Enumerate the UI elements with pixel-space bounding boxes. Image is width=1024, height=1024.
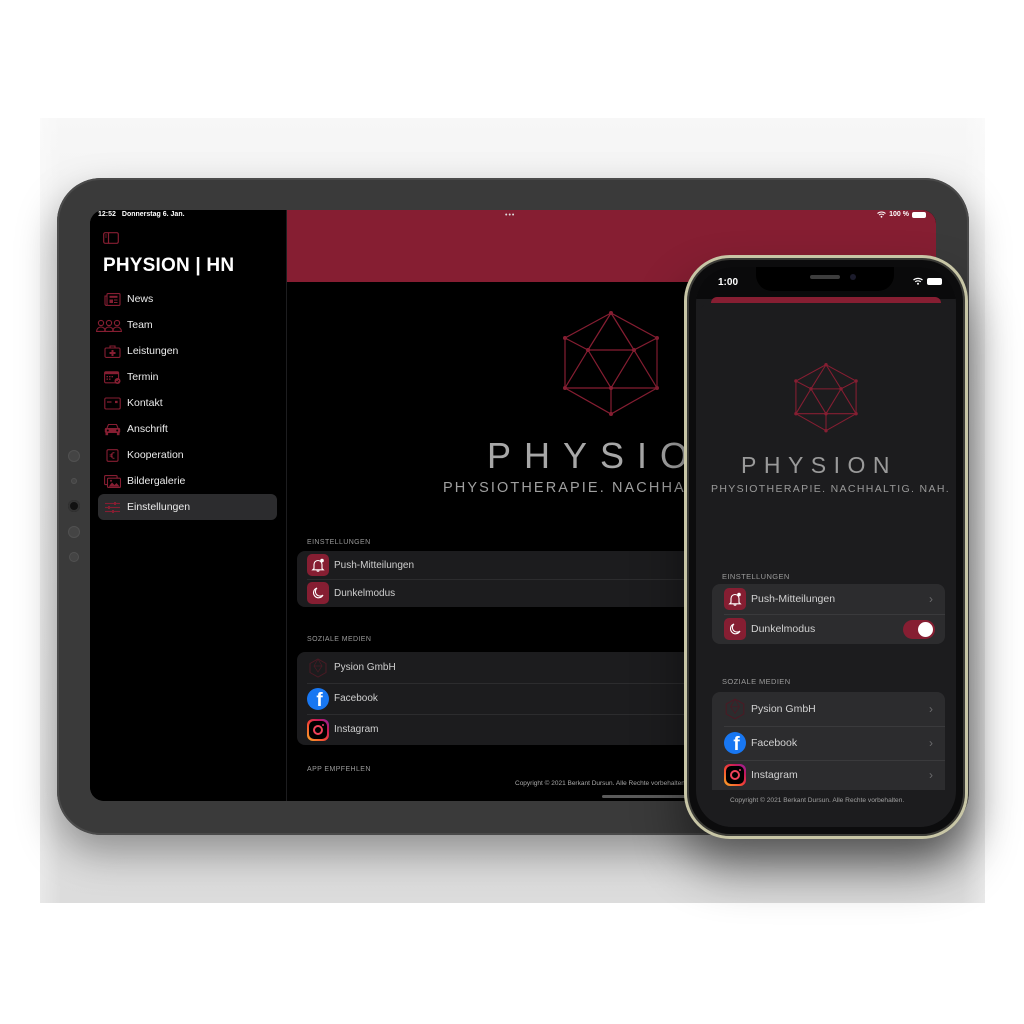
phone-screen: 1:00 PHYSION PHYSIOTHERAPIE. NACHHALTIG.… [696,267,956,827]
sidebar-item-label: Einstellungen [127,501,191,513]
phone-status-right [913,277,942,285]
sliders-icon [104,501,120,513]
sidebar-item-label: Kooperation [127,449,184,461]
dark-mode-row: Dunkelmodus [712,614,945,644]
facebook-icon: f [724,732,746,754]
device-sensor [71,478,77,484]
status-date: Donnerstag 6. Jan. [121,211,185,218]
physion-gmbh-row[interactable]: Pysion GmbH › [712,692,945,726]
multitasking-handle[interactable]: ••• [505,212,515,219]
copyright-text: Copyright © 2021 Berkant Dursun. Alle Re… [730,797,905,804]
contact-card-icon [103,396,121,410]
section-header-recommend: APP EMPFEHLEN [307,766,371,773]
device-sensor [69,552,79,562]
row-label: Instagram [751,769,798,781]
phone-status-bar: 1:00 [696,267,956,299]
brand-name: PHYSION [741,452,898,478]
chevron-right-icon: › [929,736,933,750]
push-notifications-row[interactable]: Push-Mitteilungen › [712,584,945,614]
physion-logo-icon [725,698,745,720]
physion-logo-icon [563,311,659,416]
sidebar-item-team[interactable]: Team [96,312,277,338]
status-time: 12:52 [98,211,116,218]
battery-icon [927,277,942,285]
app-title: PHYSION | HN [103,255,235,276]
row-label: Pysion GmbH [751,703,816,715]
device-button [68,526,80,538]
brand-tagline: PHYSIOTHERAPIE. NACHHALTIG. NAH. [711,483,951,495]
speaker [810,275,840,279]
tablet-status-left: 12:52 Donnerstag 6. Jan. [98,211,185,218]
physion-logo-icon [794,362,858,433]
battery-icon [912,211,926,218]
people-icon [96,319,122,332]
sidebar-nav: News Team Leistungen Termin Kontakt Ansc… [96,286,277,520]
physion-logo-icon [309,657,327,678]
moon-icon [730,623,741,635]
car-icon [104,423,120,435]
sidebar-item-label: Termin [127,371,159,383]
social-media-group: Pysion GmbH › f Facebook › Instagram › [712,692,945,790]
instagram-icon [724,764,746,786]
wifi-icon [913,277,923,285]
sidebar-item-kontakt[interactable]: Kontakt [98,390,277,416]
battery-percentage: 100 % [889,211,909,218]
sidebar-item-anschrift[interactable]: Anschrift [98,416,277,442]
chevron-right-icon: › [929,702,933,716]
notch [756,267,894,291]
section-header-social: SOZIALE MEDIEN [307,636,372,643]
instagram-row[interactable]: Instagram › [712,760,945,790]
sidebar-item-label: Kontakt [127,397,163,409]
camera-icon [850,274,856,280]
tablet-status-right: 100 % [877,211,926,218]
chevron-right-icon: › [929,768,933,782]
row-label: Dunkelmodus [751,623,816,635]
newspaper-icon [103,292,121,306]
facebook-row[interactable]: f Facebook › [712,726,945,760]
sidebar-item-einstellungen[interactable]: Einstellungen [98,494,277,520]
bell-icon [311,558,325,572]
sidebar-item-label: Bildergalerie [127,475,186,487]
sidebar-toggle-icon[interactable] [103,232,119,244]
sidebar-item-leistungen[interactable]: Leistungen [98,338,277,364]
sidebar-item-label: Anschrift [127,423,168,435]
sidebar-item-label: News [127,293,154,305]
copyright-text: Copyright © 2021 Berkant Dursun. Alle Re… [515,780,687,787]
sidebar-item-kooperation[interactable]: Kooperation [98,442,277,468]
sidebar-item-label: Leistungen [127,345,179,357]
wifi-icon [877,211,886,218]
facebook-icon: f [307,687,329,710]
chevron-right-icon: › [929,592,933,606]
dark-mode-toggle[interactable] [903,619,935,639]
status-time: 1:00 [718,277,739,288]
camera-icon [68,500,80,512]
section-header-settings: EINSTELLUNGEN [722,572,790,581]
moon-icon [313,587,324,599]
row-label: Facebook [751,737,798,749]
section-header-social: SOZIALE MEDIEN [722,677,791,686]
euro-icon [105,448,119,462]
photos-icon [103,474,121,488]
instagram-icon [307,718,329,741]
bell-icon [728,592,742,606]
device-button [68,450,80,462]
phone-device: 1:00 PHYSION PHYSIOTHERAPIE. NACHHALTIG.… [684,255,968,839]
sidebar-item-label: Team [127,319,153,331]
sidebar-item-news[interactable]: News [98,286,277,312]
settings-sheet: PHYSION PHYSIOTHERAPIE. NACHHALTIG. NAH.… [700,303,952,827]
sidebar-item-termin[interactable]: Termin [98,364,277,390]
sidebar: PHYSION | HN News Team Leistungen Termin [90,210,287,801]
sidebar-item-bildergalerie[interactable]: Bildergalerie [98,468,277,494]
settings-group: Push-Mitteilungen › Dunkelmodus [712,584,945,644]
calendar-icon [103,370,120,384]
medical-kit-icon [103,344,121,358]
section-header-settings: EINSTELLUNGEN [307,539,371,546]
row-label: Push-Mitteilungen [751,593,836,605]
